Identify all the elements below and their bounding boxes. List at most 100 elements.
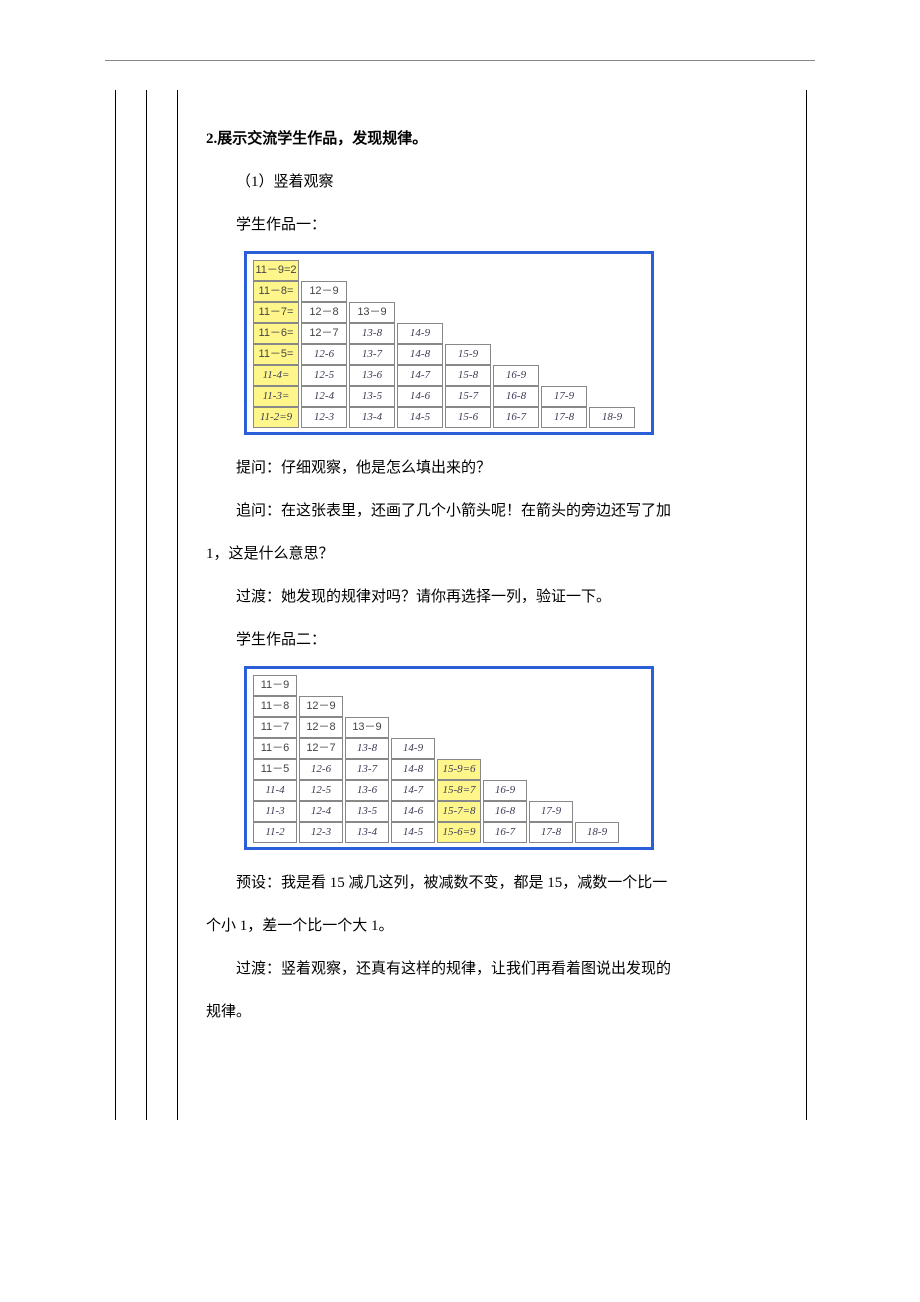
- preset-line2: 个小 1，差一个比一个大 1。: [206, 907, 778, 946]
- table-cell: 17-9: [541, 386, 587, 407]
- table-cell: 11－5=: [253, 344, 299, 365]
- table-cell: 16-9: [493, 365, 539, 386]
- transition-2-line1: 过渡：竖着观察，还真有这样的规律，让我们再看着图说出发现的: [206, 950, 778, 989]
- table-cell: 11-2: [253, 822, 297, 843]
- sub-heading-1: （1）竖着观察: [206, 163, 778, 202]
- table-cell: 13－9: [345, 717, 389, 738]
- work2-label: 学生作品二：: [206, 621, 778, 660]
- table-cell: 11－6: [253, 738, 297, 759]
- table-cell: 12－7: [301, 323, 347, 344]
- table-row: 11－7=12－813－9: [253, 302, 645, 323]
- table-cell: 15-8: [445, 365, 491, 386]
- table-cell: 14-9: [391, 738, 435, 759]
- table-cell: 14-6: [391, 801, 435, 822]
- table-row: 11－9: [253, 675, 645, 696]
- transition-2-line2: 规律。: [206, 993, 778, 1032]
- table-cell: 16-9: [483, 780, 527, 801]
- work1-label: 学生作品一：: [206, 206, 778, 245]
- table-cell: 18-9: [589, 407, 635, 428]
- table-cell: 13-6: [345, 780, 389, 801]
- table-cell: 13-6: [349, 365, 395, 386]
- table-cell: 15-9: [445, 344, 491, 365]
- transition-1: 过渡：她发现的规律对吗？请你再选择一列，验证一下。: [206, 578, 778, 617]
- table-row: 11－5=12-613-714-815-9: [253, 344, 645, 365]
- table-cell: 11-4: [253, 780, 297, 801]
- table-cell: 14-5: [391, 822, 435, 843]
- table-cell: 11－8: [253, 696, 297, 717]
- table-row: 11－712－813－9: [253, 717, 645, 738]
- table-cell: 11－7: [253, 717, 297, 738]
- table-cell: 16-7: [483, 822, 527, 843]
- table-cell: 12-5: [299, 780, 343, 801]
- table-cell: 11－7=: [253, 302, 299, 323]
- table-cell: 15-7: [445, 386, 491, 407]
- table-row: 11-412-513-614-715-8=716-9: [253, 780, 645, 801]
- table-row: 11－8=12－9: [253, 281, 645, 302]
- table-cell: 15-9=6: [437, 759, 481, 780]
- table-cell: 13-4: [349, 407, 395, 428]
- table-cell: 13－9: [349, 302, 395, 323]
- table-cell: 14-7: [397, 365, 443, 386]
- table-cell: 12－9: [299, 696, 343, 717]
- table-cell: 17-8: [529, 822, 573, 843]
- table-cell: 18-9: [575, 822, 619, 843]
- table-cell: 12－9: [301, 281, 347, 302]
- table-cell: 13-8: [345, 738, 389, 759]
- table-cell: 13-8: [349, 323, 395, 344]
- table-cell: 13-5: [349, 386, 395, 407]
- table-cell: 11-3=: [253, 386, 299, 407]
- table-cell: 12-3: [301, 407, 347, 428]
- table-cell: 17-8: [541, 407, 587, 428]
- table-cell: 16-8: [493, 386, 539, 407]
- question-2-line2: 1，这是什么意思？: [206, 535, 778, 574]
- table-row: 11－612－713-814-9: [253, 738, 645, 759]
- table-cell: 13-4: [345, 822, 389, 843]
- table-cell: 14-8: [391, 759, 435, 780]
- table-cell: 12－8: [301, 302, 347, 323]
- table-cell: 14-5: [397, 407, 443, 428]
- preset-line1: 预设：我是看 15 减几这列，被减数不变，都是 15，减数一个比一: [206, 864, 778, 903]
- page-frame: 2.展示交流学生作品，发现规律。 （1）竖着观察 学生作品一： 11－9=211…: [115, 90, 807, 1120]
- table-cell: 14-7: [391, 780, 435, 801]
- table-cell: 11-2=9: [253, 407, 299, 428]
- content-column: 2.展示交流学生作品，发现规律。 （1）竖着观察 学生作品一： 11－9=211…: [178, 90, 806, 1120]
- section-heading: 2.展示交流学生作品，发现规律。: [206, 120, 778, 159]
- top-rule: [105, 60, 815, 61]
- table-cell: 16-7: [493, 407, 539, 428]
- table-cell: 13-5: [345, 801, 389, 822]
- table-cell: 12-4: [301, 386, 347, 407]
- table-cell: 16-8: [483, 801, 527, 822]
- table-row: 11-4=12-513-614-715-816-9: [253, 365, 645, 386]
- table-cell: 14-9: [397, 323, 443, 344]
- table-cell: 13-7: [349, 344, 395, 365]
- table-cell: 13-7: [345, 759, 389, 780]
- table-cell: 11－9: [253, 675, 297, 696]
- table-cell: 11-3: [253, 801, 297, 822]
- table-cell: 12-6: [301, 344, 347, 365]
- table-cell: 12-6: [299, 759, 343, 780]
- table-cell: 12-4: [299, 801, 343, 822]
- table-cell: 11－8=: [253, 281, 299, 302]
- table-cell: 11-4=: [253, 365, 299, 386]
- column-a: [116, 90, 147, 1120]
- table-cell: 15-6=9: [437, 822, 481, 843]
- question-2-line1: 追问：在这张表里，还画了几个小箭头呢！在箭头的旁边还写了加: [206, 492, 778, 531]
- table-cell: 11－5: [253, 759, 297, 780]
- table-row: 11-212-313-414-515-6=916-717-818-9: [253, 822, 645, 843]
- table-cell: 14-8: [397, 344, 443, 365]
- table-row: 11－6=12－713-814-9: [253, 323, 645, 344]
- question-1: 提问：仔细观察，他是怎么填出来的？: [206, 449, 778, 488]
- table-row: 11-3=12-413-514-615-716-817-9: [253, 386, 645, 407]
- table-cell: 15-7=8: [437, 801, 481, 822]
- column-b: [147, 90, 178, 1120]
- table-cell: 14-6: [397, 386, 443, 407]
- table-cell: 12－7: [299, 738, 343, 759]
- table-cell: 12－8: [299, 717, 343, 738]
- table-row: 11－512-613-714-815-9=6: [253, 759, 645, 780]
- student-work-1-table: 11－9=211－8=12－911－7=12－813－911－6=12－713-…: [244, 251, 654, 435]
- table-cell: 17-9: [529, 801, 573, 822]
- table-row: 11-2=912-313-414-515-616-717-818-9: [253, 407, 645, 428]
- table-row: 11－9=2: [253, 260, 645, 281]
- table-cell: 11－6=: [253, 323, 299, 344]
- student-work-2-table: 11－911－812－911－712－813－911－612－713-814-9…: [244, 666, 654, 850]
